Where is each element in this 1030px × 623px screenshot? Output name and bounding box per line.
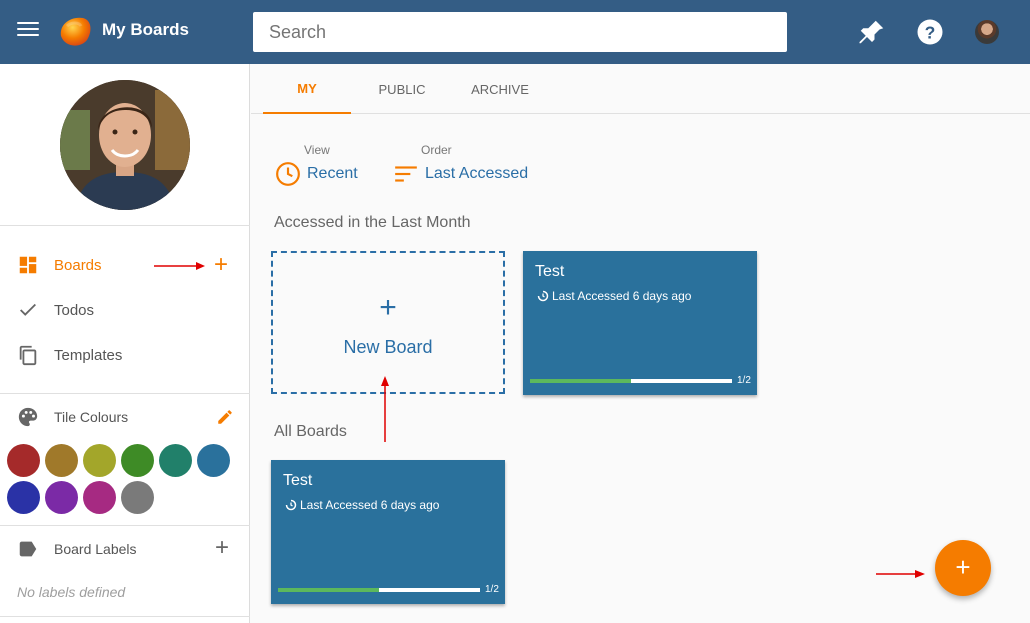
svg-text:?: ? [925,22,936,42]
all-boards-heading: All Boards [274,423,347,440]
history-icon [537,290,549,302]
board-progress-text: 1/2 [485,584,499,595]
add-icon: + [955,552,971,582]
sidebar-item-templates[interactable]: Templates [0,335,250,375]
copy-icon [19,345,37,366]
sidebar-item-todos[interactable]: Todos [0,290,250,330]
board-title: Test [283,472,313,489]
sidebar: Boards + Todos Templates Tile Colours Bo… [0,64,250,623]
board-progress-text: 1/2 [737,375,751,386]
sidebar-item-boards[interactable]: Boards [0,245,250,285]
board-labels-title: Board Labels [54,541,137,557]
history-icon [285,499,297,511]
colour-swatch[interactable] [83,444,116,477]
top-app-bar: My Boards ? [0,0,1030,64]
board-last-accessed: Last Accessed 6 days ago [285,498,439,512]
sidebar-divider [0,225,250,226]
app-title: My Boards [102,20,189,39]
colour-swatch[interactable] [7,481,40,514]
view-value: Recent [307,165,358,182]
board-progress-bar [278,588,480,592]
colour-swatch[interactable] [45,444,78,477]
dashboard-icon [19,256,37,274]
sidebar-divider [0,525,250,526]
board-last-accessed: Last Accessed 6 days ago [537,289,691,303]
new-board-label: New Board [343,337,433,357]
search-input[interactable] [253,12,787,52]
new-board-plus-icon: + [379,291,397,324]
help-icon[interactable]: ? [915,17,945,47]
add-label-button[interactable]: + [215,536,229,560]
board-subtitle: Last Accessed 6 days ago [552,289,692,303]
annotation-arrow-icon [154,262,205,270]
no-labels-text: No labels defined [17,584,126,600]
tab-public[interactable]: PUBLIC [361,64,443,114]
colour-swatch[interactable] [7,444,40,477]
sort-icon [395,166,417,182]
order-value: Last Accessed [425,165,529,182]
floating-add-button[interactable]: + [935,540,991,596]
edit-pencil-icon[interactable] [216,408,234,426]
board-title: Test [535,263,565,280]
annotation-arrow-icon [876,570,925,578]
add-board-button[interactable]: + [214,253,228,277]
clock-icon [276,162,300,186]
check-icon [20,303,36,316]
tab-archive[interactable]: ARCHIVE [455,64,545,114]
annotation-arrow-icon [381,376,389,442]
tab-bar: MY PUBLIC ARCHIVE [251,64,1030,114]
colour-swatch[interactable] [121,444,154,477]
sidebar-item-label: Boards [54,256,102,274]
sidebar-divider [0,616,250,617]
main-content: MY PUBLIC ARCHIVE View Recent Order Last… [251,64,1030,623]
pin-icon[interactable] [857,17,887,47]
app-logo-icon [60,17,91,46]
app-root: My Boards ? [0,0,1030,623]
board-progress-bar [530,379,732,383]
view-label: View [304,143,330,157]
profile-avatar [60,80,190,210]
hamburger-menu-icon[interactable] [17,22,39,42]
sidebar-item-label: Todos [54,301,95,319]
order-selector[interactable]: Last Accessed [393,161,528,187]
view-selector[interactable]: Recent [275,161,358,187]
order-label: Order [421,143,452,157]
sidebar-divider [0,393,250,394]
board-tile-recent[interactable]: Test Last Accessed 6 days ago 1/2 [523,251,757,395]
sidebar-item-label: Templates [54,346,123,364]
user-avatar[interactable] [975,20,999,44]
colour-swatch[interactable] [159,444,192,477]
board-tile-all[interactable]: Test Last Accessed 6 days ago 1/2 [271,460,505,604]
recent-section-heading: Accessed in the Last Month [274,214,471,231]
colour-swatch[interactable] [121,481,154,514]
colour-swatch[interactable] [197,444,230,477]
colour-swatch[interactable] [83,481,116,514]
label-tag-icon [19,541,37,557]
board-subtitle: Last Accessed 6 days ago [300,498,440,512]
tile-colours-title: Tile Colours [54,409,129,425]
palette-icon [18,407,38,427]
tab-my[interactable]: MY [263,64,351,114]
colour-swatch[interactable] [45,481,78,514]
